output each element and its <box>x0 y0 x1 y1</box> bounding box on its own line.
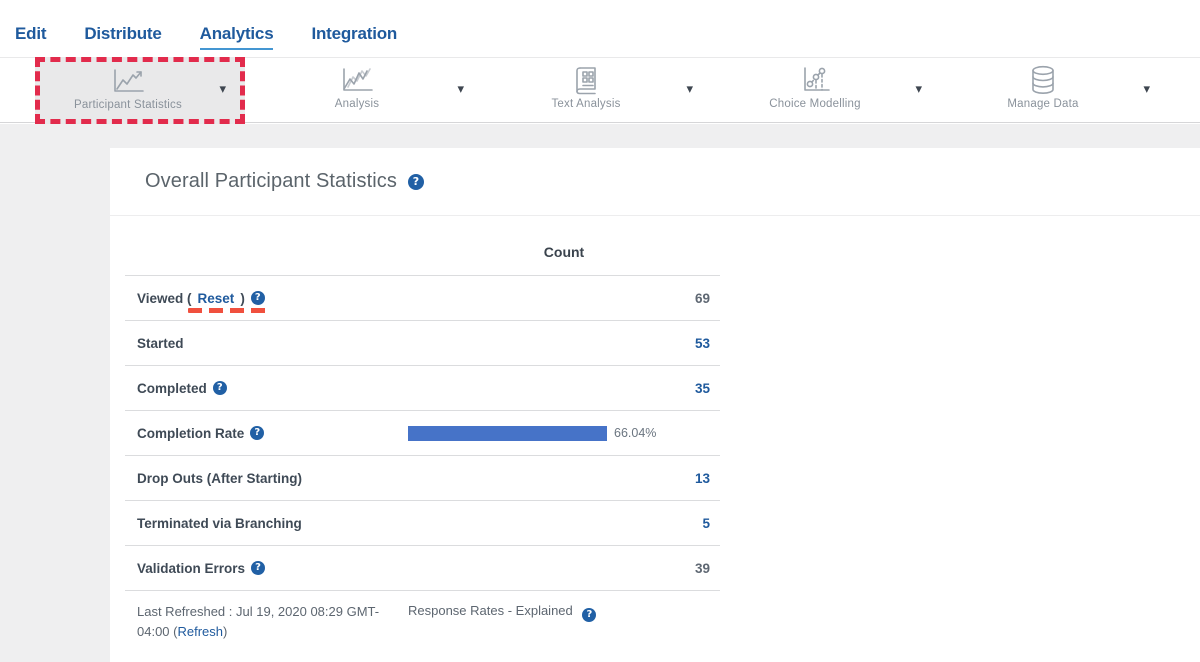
row-label: Drop Outs (After Starting) <box>137 471 302 486</box>
table-row-viewed: Viewed ( Reset ) ? 69 <box>125 275 720 320</box>
row-value-link[interactable]: 13 <box>408 471 720 486</box>
top-nav: Edit Distribute Analytics Integration <box>15 24 397 50</box>
help-icon[interactable]: ? <box>213 381 227 395</box>
toolbar-item-label: Text Analysis <box>551 98 620 110</box>
table-footer: Last Refreshed : Jul 19, 2020 08:29 GMT-… <box>125 602 720 642</box>
count-column-header: Count <box>408 244 720 260</box>
table-row-completed: Completed ? 35 <box>125 365 720 410</box>
table-row-completion-rate: Completion Rate ? 66.04% <box>125 410 720 455</box>
toolbar-item-choice-modelling[interactable]: Choice Modelling ▾ <box>722 58 932 123</box>
toolbar-item-label: Choice Modelling <box>769 98 860 110</box>
last-refreshed-text: Last Refreshed : Jul 19, 2020 08:29 GMT-… <box>125 602 408 642</box>
chevron-down-icon[interactable]: ▾ <box>1143 82 1150 95</box>
reset-link[interactable]: Reset <box>198 291 235 306</box>
toolbar-item-manage-data[interactable]: Manage Data ▾ <box>950 58 1160 123</box>
table-row-started: Started 53 <box>125 320 720 365</box>
row-label-close: ) <box>240 291 245 306</box>
participant-statistics-panel: Overall Participant Statistics ? Count V… <box>110 148 1200 662</box>
row-value: 39 <box>408 561 720 576</box>
toolbar-item-participant-statistics[interactable]: Participant Statistics ▾ <box>35 57 245 124</box>
scatter-chart-icon <box>798 65 832 95</box>
table-header-row: Count <box>125 228 720 275</box>
toolbar-item-analysis[interactable]: Analysis ▾ <box>264 58 474 123</box>
row-value-link[interactable]: 35 <box>408 381 720 396</box>
row-label: Terminated via Branching <box>137 516 302 531</box>
panel-header: Overall Participant Statistics ? <box>110 148 1200 216</box>
help-icon[interactable]: ? <box>582 608 596 622</box>
chevron-down-icon[interactable]: ▾ <box>915 82 922 95</box>
table-row-terminated: Terminated via Branching 5 <box>125 500 720 545</box>
row-label: Viewed ( <box>137 291 192 306</box>
help-icon[interactable]: ? <box>250 426 264 440</box>
row-label: Completed <box>137 381 207 396</box>
chevron-down-icon[interactable]: ▾ <box>686 82 693 95</box>
line-chart-icon <box>110 66 146 96</box>
toolbar-item-text-analysis[interactable]: Text Analysis ▾ <box>493 58 703 123</box>
nav-item-integration[interactable]: Integration <box>311 24 397 50</box>
completion-rate-value: 66.04% <box>614 426 656 440</box>
help-icon[interactable]: ? <box>408 174 424 190</box>
row-label: Completion Rate <box>137 426 244 441</box>
toolbar-item-label: Participant Statistics <box>74 99 182 111</box>
chevron-down-icon[interactable]: ▾ <box>457 82 464 95</box>
row-label: Started <box>137 336 184 351</box>
analytics-toolbar: Participant Statistics ▾ Analysis ▾ <box>0 57 1200 123</box>
refresh-link[interactable]: Refresh <box>177 624 223 639</box>
completion-rate-bar-fill <box>408 426 607 441</box>
nav-item-distribute[interactable]: Distribute <box>84 24 161 50</box>
row-label: Validation Errors <box>137 561 245 576</box>
help-icon[interactable]: ? <box>251 561 265 575</box>
response-rates-explained: Response Rates - Explained ? <box>408 602 596 642</box>
row-value: 69 <box>408 291 720 306</box>
toolbar-item-label: Manage Data <box>1007 98 1078 110</box>
help-icon[interactable]: ? <box>251 291 265 305</box>
table-row-drop-outs: Drop Outs (After Starting) 13 <box>125 455 720 500</box>
row-value-link[interactable]: 53 <box>408 336 720 351</box>
document-grid-icon <box>572 65 600 95</box>
completion-rate-bar: 66.04% <box>408 426 720 441</box>
multi-line-chart-icon <box>339 65 375 95</box>
nav-item-edit[interactable]: Edit <box>15 24 46 50</box>
chevron-down-icon[interactable]: ▾ <box>219 82 226 95</box>
page-title: Overall Participant Statistics <box>145 170 397 193</box>
toolbar-item-label: Analysis <box>335 98 379 110</box>
statistics-table: Count Viewed ( Reset ) ? 69 Started 53 <box>125 228 720 591</box>
table-row-validation-errors: Validation Errors ? 39 <box>125 545 720 590</box>
app-window: Edit Distribute Analytics Integration Pa… <box>0 0 1200 662</box>
row-value-link[interactable]: 5 <box>408 516 720 531</box>
database-icon <box>1029 65 1057 95</box>
reset-highlight-underline <box>188 308 268 313</box>
nav-item-analytics[interactable]: Analytics <box>200 24 274 50</box>
